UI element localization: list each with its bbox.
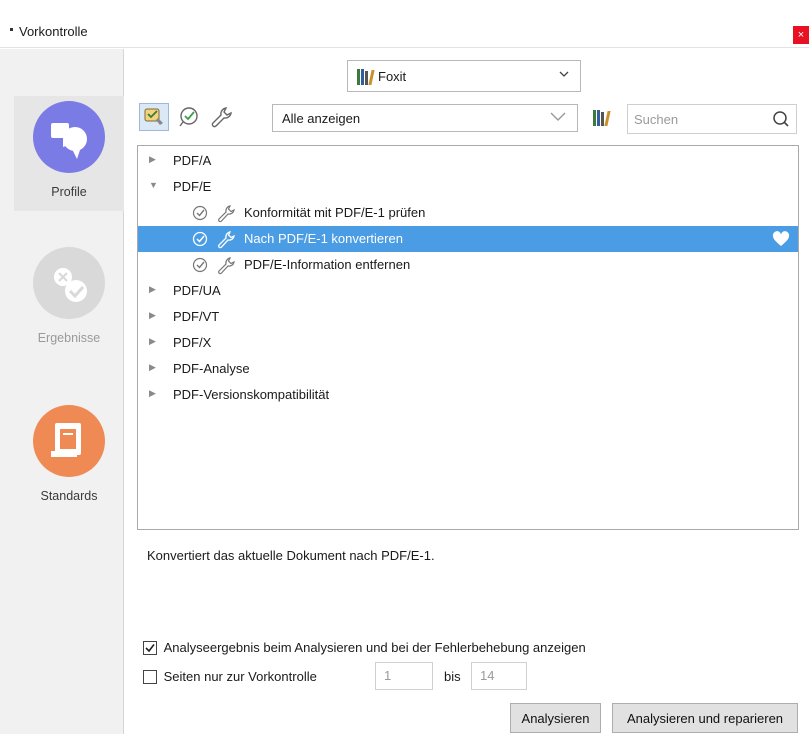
sidebar-item-results[interactable]: Ergebnisse xyxy=(14,247,124,345)
search-box xyxy=(627,104,797,134)
fix-button[interactable] xyxy=(208,104,238,132)
favorite-heart-icon[interactable] xyxy=(772,231,790,250)
pages-only-option[interactable]: Seiten nur zur Vorkontrolle xyxy=(143,668,317,684)
expand-arrow-icon[interactable]: ▶ xyxy=(149,154,156,165)
sidebar-item-label: Profile xyxy=(51,185,87,199)
check-icon xyxy=(192,257,208,273)
sidebar-item-profile[interactable]: Profile xyxy=(14,101,124,199)
wrench-icon xyxy=(218,257,235,275)
tree-item-pdfe-remove-info[interactable]: PDF/E-Information entfernen xyxy=(138,252,798,278)
to-page-field[interactable]: 14 xyxy=(471,662,527,690)
search-icon[interactable] xyxy=(772,110,790,131)
tree-item-pdf-analysis[interactable]: ▶ PDF-Analyse xyxy=(138,356,798,382)
tree-item-pdfx[interactable]: ▶ PDF/X xyxy=(138,330,798,356)
expand-arrow-icon[interactable]: ▶ xyxy=(149,362,156,373)
tree-item-label: Nach PDF/E-1 konvertieren xyxy=(244,231,403,246)
filter-dropdown-value: Alle anzeigen xyxy=(282,111,361,126)
show-result-option[interactable]: Analyseergebnis beim Analysieren und bei… xyxy=(143,639,586,655)
expand-arrow-icon[interactable]: ▶ xyxy=(149,336,156,347)
tree-item-label: PDF-Versionskompatibilität xyxy=(173,387,330,402)
profile-bubbles-icon xyxy=(33,101,105,173)
tree-item-label: PDF/E xyxy=(173,179,212,194)
to-label: bis xyxy=(444,669,461,684)
window-title: Vorkontrolle xyxy=(19,24,88,39)
expand-arrow-icon[interactable]: ▶ xyxy=(149,284,156,295)
results-check-icon xyxy=(33,247,105,319)
profile-tree: ▶ PDF/A ▼ PDF/E Konformität mit PDF/E-1 … xyxy=(137,145,799,530)
tree-item-pdf-version[interactable]: ▶ PDF-Versionskompatibilität xyxy=(138,382,798,408)
check-button[interactable] xyxy=(177,104,207,132)
tree-item-pdfe[interactable]: ▼ PDF/E xyxy=(138,174,798,200)
from-page-field[interactable]: 1 xyxy=(375,662,433,690)
profile-description: Konvertiert das aktuelle Dokument nach P… xyxy=(147,548,435,563)
show-result-label: Analyseergebnis beim Analysieren und bei… xyxy=(163,640,586,656)
wrench-icon xyxy=(211,107,232,128)
check-icon xyxy=(179,107,198,127)
check-icon xyxy=(192,205,208,221)
library-books-icon xyxy=(357,69,375,85)
tree-item-pdfe-check[interactable]: Konformität mit PDF/E-1 prüfen xyxy=(138,200,798,226)
profile-dropdown[interactable]: Foxit xyxy=(347,60,581,92)
sidebar-item-label: Ergebnisse xyxy=(37,331,101,345)
tree-item-label: PDF/X xyxy=(173,335,212,350)
show-result-checkbox[interactable] xyxy=(143,640,157,655)
profiles-view-button[interactable] xyxy=(139,103,169,131)
pages-only-checkbox[interactable] xyxy=(143,669,157,684)
wrench-icon xyxy=(218,205,235,223)
tree-item-label: PDF/UA xyxy=(173,283,221,298)
search-input[interactable] xyxy=(632,109,762,129)
sidebar-item-label: Standards xyxy=(40,489,98,503)
chevron-down-icon xyxy=(558,68,570,83)
chevron-down-icon xyxy=(549,109,567,126)
expand-arrow-icon[interactable]: ▶ xyxy=(149,388,156,399)
profile-dropdown-value: Foxit xyxy=(378,69,407,84)
sidebar-item-standards[interactable]: Standards xyxy=(14,405,124,503)
check-icon xyxy=(192,231,208,247)
collapse-arrow-icon[interactable]: ▼ xyxy=(149,180,158,190)
pages-only-label: Seiten nur zur Vorkontrolle xyxy=(163,669,317,685)
title-bar: Vorkontrolle xyxy=(0,0,809,48)
tree-item-pdfe-convert[interactable]: Nach PDF/E-1 konvertieren xyxy=(138,226,798,252)
standards-book-icon xyxy=(33,405,105,477)
close-button[interactable]: × xyxy=(793,26,809,44)
tree-item-label: PDF/A xyxy=(173,153,212,168)
tree-item-label: Konformität mit PDF/E-1 prüfen xyxy=(244,205,426,220)
tree-item-pdfa[interactable]: ▶ PDF/A xyxy=(138,148,798,174)
tree-item-pdfvt[interactable]: ▶ PDF/VT xyxy=(138,304,798,330)
analyze-button[interactable]: Analysieren xyxy=(510,703,601,733)
profiles-view-icon xyxy=(144,108,163,125)
library-books-icon[interactable] xyxy=(593,110,611,126)
tree-item-pdfua[interactable]: ▶ PDF/UA xyxy=(138,278,798,304)
filter-dropdown[interactable]: Alle anzeigen xyxy=(272,104,578,132)
expand-arrow-icon[interactable]: ▶ xyxy=(149,310,156,321)
wrench-icon xyxy=(218,231,235,249)
tree-item-label: PDF-Analyse xyxy=(173,361,250,376)
tree-item-label: PDF/VT xyxy=(173,309,220,324)
tree-item-label: PDF/E-Information entfernen xyxy=(244,257,411,272)
title-bar-mark xyxy=(10,28,13,31)
sidebar: Profile Ergebnisse Standards xyxy=(0,49,124,734)
analyze-repair-button[interactable]: Analysieren und reparieren xyxy=(612,703,798,733)
